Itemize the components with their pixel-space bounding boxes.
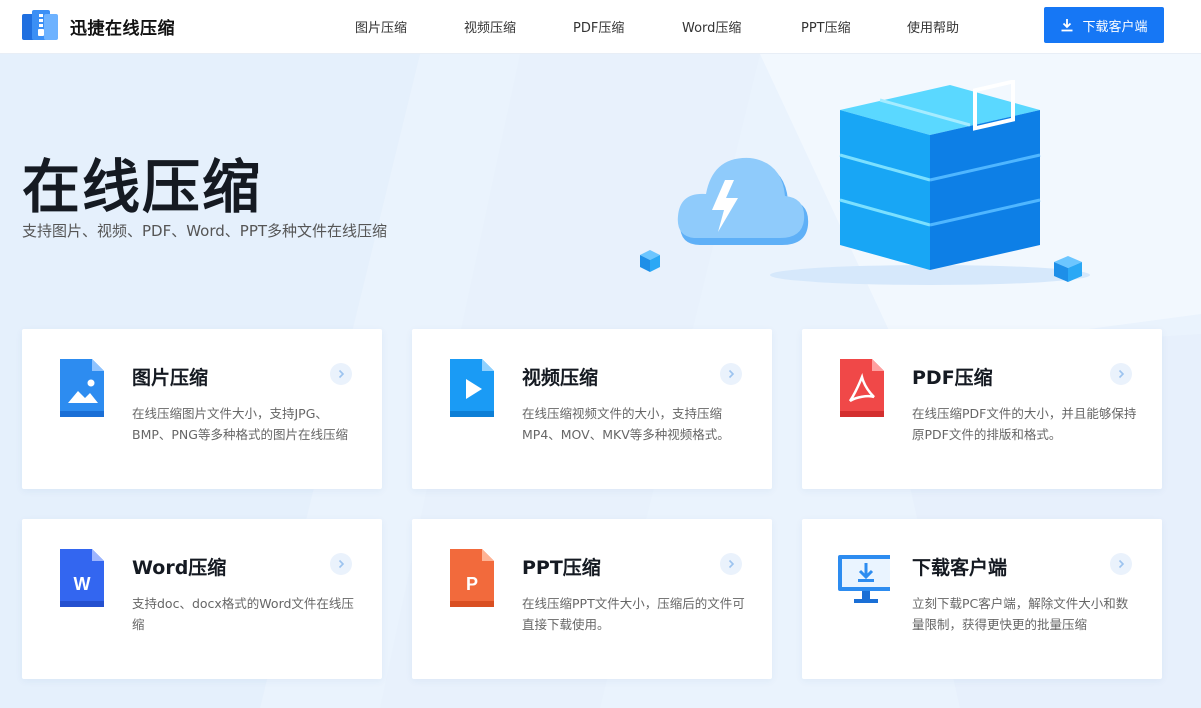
video-file-icon xyxy=(450,359,494,417)
chevron-right-icon[interactable] xyxy=(330,363,352,385)
card-ppt-compress[interactable]: P PPT压缩 在线压缩PPT文件大小，压缩后的文件可直接下载使用。 xyxy=(412,519,772,679)
image-file-icon xyxy=(60,359,104,417)
ppt-file-icon: P xyxy=(450,549,494,607)
chevron-right-icon[interactable] xyxy=(1110,553,1132,575)
card-title: 视频压缩 xyxy=(522,367,599,389)
hero-subtitle: 支持图片、视频、PDF、Word、PPT多种文件在线压缩 xyxy=(22,222,388,240)
card-description: 在线压缩PPT文件大小，压缩后的文件可直接下载使用。 xyxy=(522,596,745,632)
card-pdf-compress[interactable]: PDF压缩 在线压缩PDF文件的大小，并且能够保持原PDF文件的排版和格式。 xyxy=(802,329,1162,489)
word-file-icon: W xyxy=(60,549,104,607)
nav-word-compress[interactable]: Word压缩 xyxy=(682,17,741,36)
nav-image-compress[interactable]: 图片压缩 xyxy=(355,17,407,36)
card-description: 在线压缩图片文件大小，支持JPG、BMP、PNG等多种格式的图片在线压缩 xyxy=(132,406,348,442)
card-title: PDF压缩 xyxy=(912,367,993,389)
hero-title: 在线压缩 xyxy=(22,153,263,221)
nav-help[interactable]: 使用帮助 xyxy=(907,17,959,36)
download-client-label: 下载客户端 xyxy=(1082,19,1148,35)
card-description: 支持doc、docx格式的Word文件在线压缩 xyxy=(132,596,354,632)
download-client-button[interactable]: 下载客户端 xyxy=(1044,7,1164,43)
card-download-client[interactable]: 下载客户端 立刻下载PC客户端，解除文件大小和数量限制，获得更快更的批量压缩 xyxy=(802,519,1162,679)
svg-text:W: W xyxy=(74,574,91,594)
chevron-right-icon[interactable] xyxy=(720,553,742,575)
card-video-compress[interactable]: 视频压缩 在线压缩视频文件的大小，支持压缩MP4、MOV、MKV等多种视频格式。 xyxy=(412,329,772,489)
card-word-compress[interactable]: W Word压缩 支持doc、docx格式的Word文件在线压缩 xyxy=(22,519,382,679)
card-title: PPT压缩 xyxy=(522,557,601,579)
pdf-file-icon xyxy=(840,359,884,417)
monitor-download-icon xyxy=(838,555,890,603)
card-title: 图片压缩 xyxy=(132,367,209,389)
hero-illustration xyxy=(630,79,1100,290)
card-title: Word压缩 xyxy=(132,557,227,579)
nav-ppt-compress[interactable]: PPT压缩 xyxy=(801,17,851,36)
card-description: 在线压缩视频文件的大小，支持压缩MP4、MOV、MKV等多种视频格式。 xyxy=(522,406,730,442)
chevron-right-icon[interactable] xyxy=(330,553,352,575)
big-cube-icon xyxy=(839,79,1041,270)
chevron-right-icon[interactable] xyxy=(720,363,742,385)
card-description: 在线压缩PDF文件的大小，并且能够保持原PDF文件的排版和格式。 xyxy=(912,406,1137,442)
logo-text: 迅捷在线压缩 xyxy=(70,18,175,39)
card-image-compress[interactable]: 图片压缩 在线压缩图片文件大小，支持JPG、BMP、PNG等多种格式的图片在线压… xyxy=(22,329,382,489)
nav-pdf-compress[interactable]: PDF压缩 xyxy=(573,17,624,36)
card-title: 下载客户端 xyxy=(912,557,1008,579)
chevron-right-icon[interactable] xyxy=(1110,363,1132,385)
download-icon xyxy=(1061,19,1073,32)
svg-text:P: P xyxy=(466,574,478,594)
logo[interactable]: 迅捷在线压缩 xyxy=(22,10,175,42)
nav-video-compress[interactable]: 视频压缩 xyxy=(464,17,516,36)
zip-logo-icon xyxy=(22,10,58,42)
top-header: 迅捷在线压缩 图片压缩 视频压缩 PDF压缩 Word压缩 PPT压缩 使用帮助… xyxy=(0,0,1201,54)
small-cube-left xyxy=(640,250,660,272)
card-description: 立刻下载PC客户端，解除文件大小和数量限制，获得更快更的批量压缩 xyxy=(912,596,1129,632)
cloud-lightning-icon xyxy=(677,157,809,245)
